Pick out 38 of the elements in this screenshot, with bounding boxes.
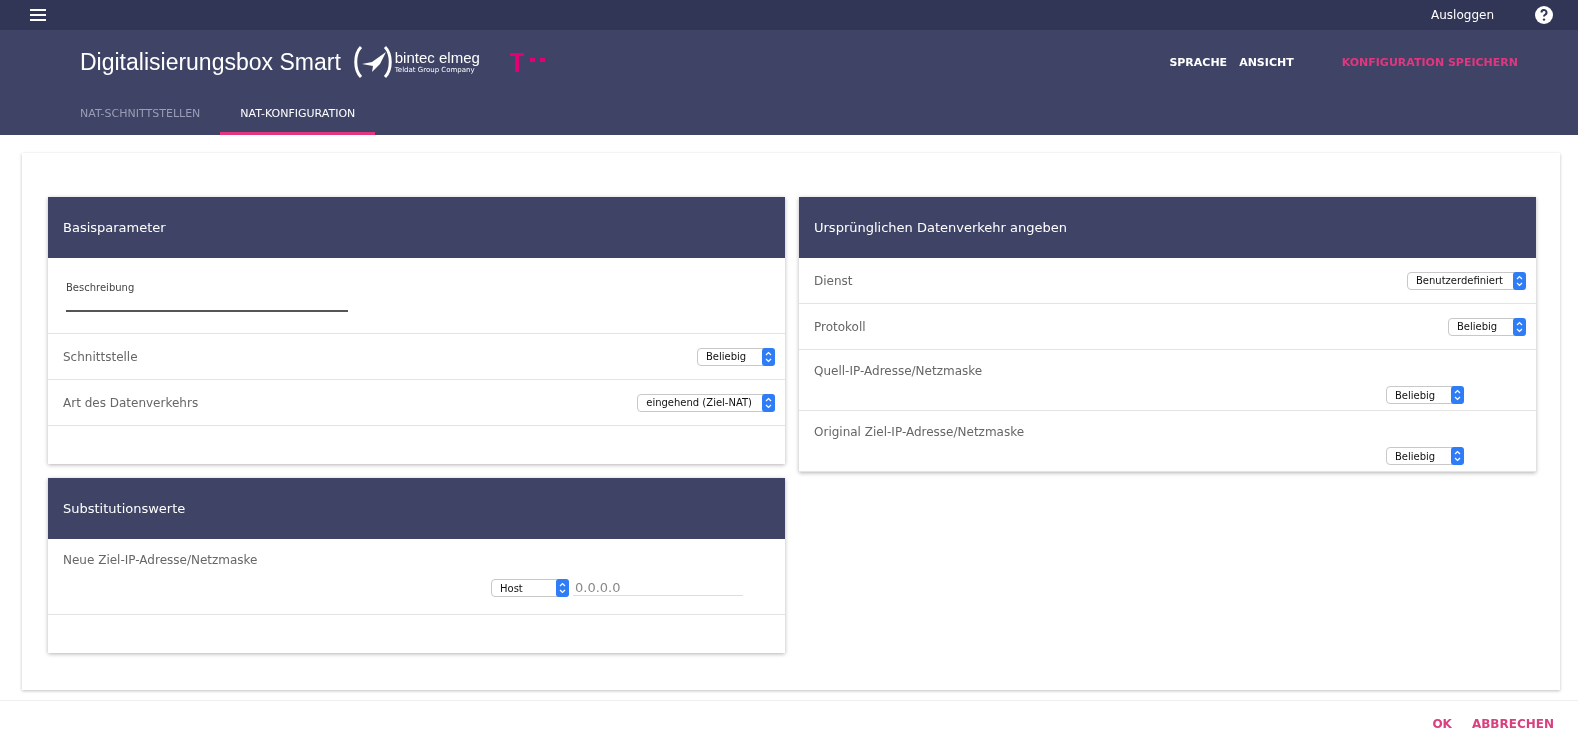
field-label: Art des Datenverkehrs [63,395,199,410]
dropdown-select[interactable]: Host [491,579,569,597]
dropdown-select[interactable]: Beliebig [697,347,775,366]
panel-title: Basisparameter [48,197,785,258]
stepper-arrows-icon [762,393,775,412]
dialog-button[interactable]: ABBRECHEN [1471,717,1554,731]
panel-title: Ursprünglichen Datenverkehr angeben [799,197,1536,258]
field-label: Dienst [814,273,853,288]
header-link[interactable]: SPRACHE [1169,55,1228,69]
stepper-arrows-icon [556,579,569,597]
app-title: Digitalisierungsbox Smart [80,48,341,76]
ip-address-field[interactable]: 0.0.0.0 [573,580,743,596]
dropdown-select[interactable]: eingehend (Ziel-NAT) [637,393,775,412]
dropdown-select[interactable]: Beliebig [1386,386,1464,404]
nav-tab[interactable]: NAT-KONFIGURATION [220,107,376,135]
stepper-arrows-icon [1451,386,1464,404]
logout-link[interactable]: Ausloggen [1431,8,1494,22]
stepper-arrows-icon [1513,271,1526,290]
brand-name: bintec elmeg [394,50,480,66]
panel-title: Substitutionswerte [48,478,785,539]
stepper-arrows-icon [1513,317,1526,336]
bird-logo-icon [352,44,393,80]
dialog-button[interactable]: OK [1432,717,1452,731]
dropdown-select[interactable]: Beliebig [1448,317,1526,336]
field-label: Protokoll [814,319,866,334]
help-icon[interactable] [1534,5,1554,25]
nav-tab[interactable]: NAT-SCHNITTSTELLEN [60,107,221,135]
description-field[interactable]: Beschreibung [66,272,348,312]
field-label: Original Ziel-IP-Adresse/Netzmaske [814,425,1026,439]
header-link[interactable]: ANSICHT [1239,55,1294,69]
stepper-arrows-icon [1451,447,1464,465]
field-label: Schnittstelle [63,349,138,364]
dropdown-select[interactable]: Beliebig [1386,447,1464,465]
menu-icon[interactable] [30,9,46,21]
stepper-arrows-icon [762,347,775,366]
field-label: Quell-IP-Adresse/Netzmaske [814,364,984,378]
dropdown-select[interactable]: Benutzerdefiniert [1406,271,1526,290]
field-label: Neue Ziel-IP-Adresse/Netzmaske [63,553,259,567]
